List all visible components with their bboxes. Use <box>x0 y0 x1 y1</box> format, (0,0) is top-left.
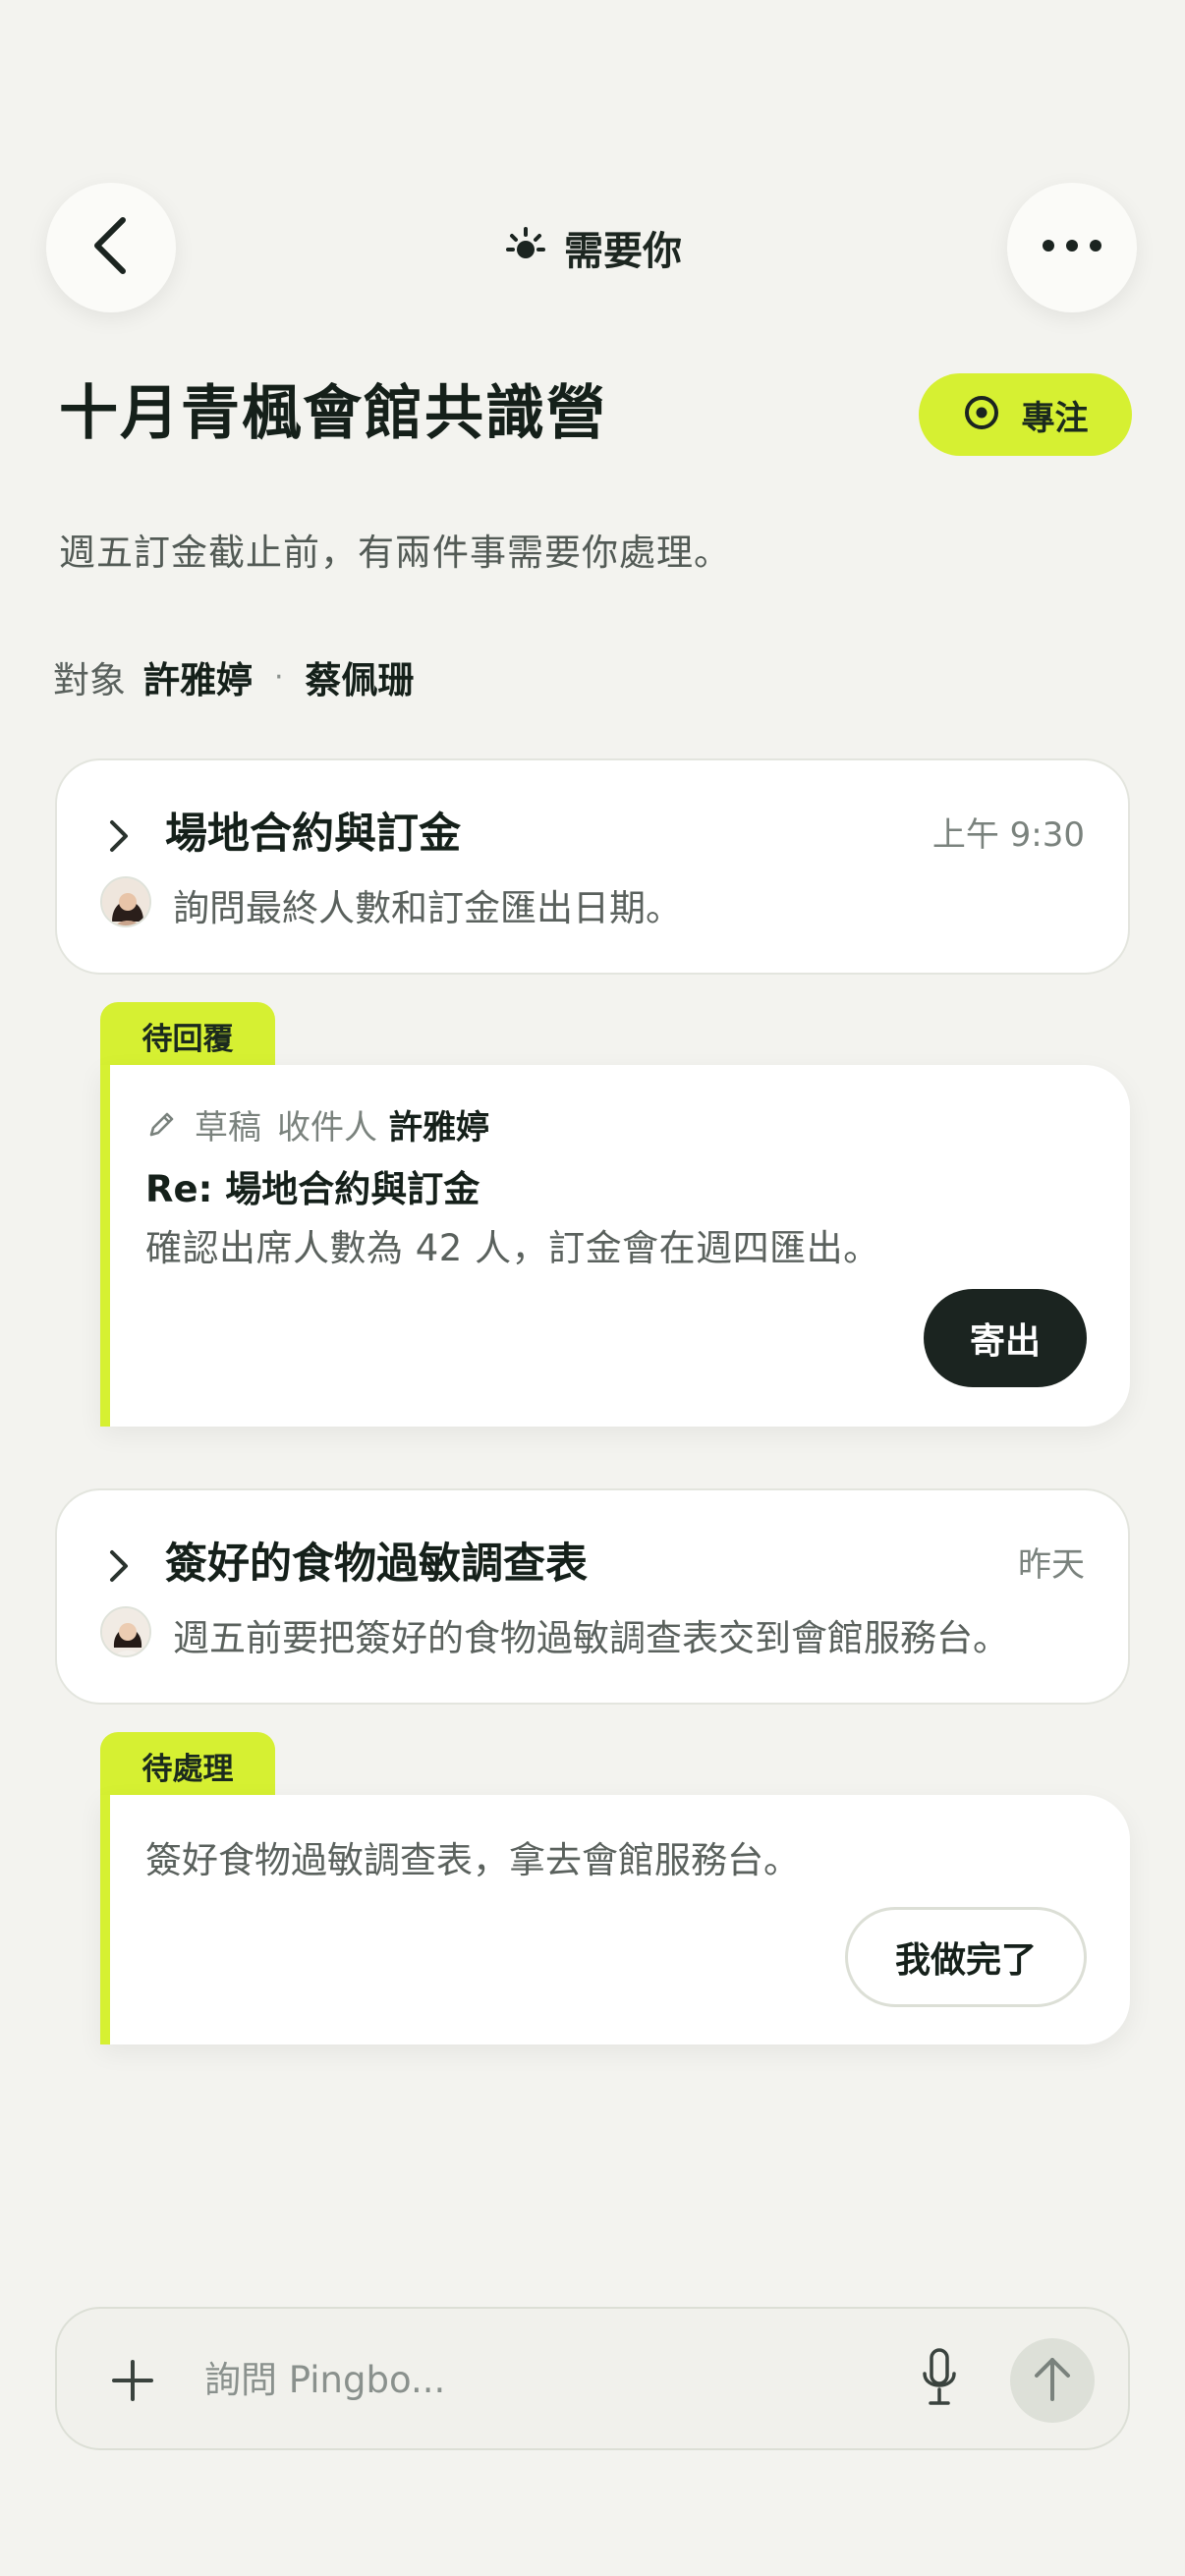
send-message-button[interactable] <box>1010 2338 1095 2423</box>
to-label: 收件人 <box>277 1108 377 1148</box>
header-title: 需要你 <box>564 229 682 274</box>
thread-card[interactable]: 簽好的食物過敏調查表 昨天 週五前要把簽好的食物過敏調查表交到會館服務台。 <box>55 1488 1130 1705</box>
chevron-right-icon <box>108 819 130 857</box>
draft-body[interactable]: 確認出席人數為 42 人，訂金會在週四匯出。 <box>145 1218 880 1271</box>
send-button[interactable]: 寄出 <box>924 1289 1087 1387</box>
task-text: 簽好食物過敏調查表，拿去會館服務台。 <box>145 1839 800 1881</box>
to-name: 許雅婷 <box>389 1108 489 1148</box>
thread-title: 簽好的食物過敏調查表 <box>165 1540 588 1589</box>
plus-icon[interactable] <box>110 2358 155 2407</box>
more-options-button[interactable] <box>1007 183 1137 312</box>
thread-time: 昨天 <box>1018 1545 1085 1585</box>
thread-card[interactable]: 場地合約與訂金 上午 9:30 詢問最終人數和訂金匯出日期。 <box>55 758 1130 975</box>
thread-title: 場地合約與訂金 <box>165 810 461 859</box>
draft-meta: 草稿 收件人 許雅婷 <box>145 1100 489 1148</box>
recipients-row: 對象 許雅婷 · 蔡佩珊 <box>53 650 415 703</box>
sun-icon <box>503 226 548 269</box>
thread-time: 上午 9:30 <box>931 815 1085 855</box>
recipients-label: 對象 <box>53 659 126 701</box>
chevron-right-icon <box>108 1549 130 1587</box>
recipient-name[interactable]: 許雅婷 <box>143 650 253 703</box>
composer <box>55 2307 1130 2450</box>
avatar <box>100 1606 151 1657</box>
status-badge: 待回覆 <box>100 1002 275 1067</box>
recipient-name[interactable]: 蔡佩珊 <box>306 650 415 703</box>
page-subtitle: 週五訂金截止前，有兩件事需要你處理。 <box>59 532 731 574</box>
draft-subject: Re: 場地合約與訂金 <box>145 1168 480 1210</box>
pencil-icon <box>145 1109 177 1141</box>
ask-input[interactable] <box>204 2342 931 2417</box>
focus-button[interactable]: 專注 <box>919 373 1132 456</box>
thread-preview: 詢問最終人數和訂金匯出日期。 <box>173 887 682 929</box>
recipient-separator: · <box>274 659 284 695</box>
task-card: 簽好食物過敏調查表，拿去會館服務台。 我做完了 <box>100 1795 1130 2044</box>
more-horizontal-icon <box>1041 238 1103 257</box>
page-title: 十月青楓會館共識營 <box>59 379 607 448</box>
microphone-icon[interactable] <box>920 2346 959 2413</box>
draft-card: 草稿 收件人 許雅婷 Re: 場地合約與訂金 確認出席人數為 42 人，訂金會在… <box>100 1065 1130 1427</box>
draft-label: 草稿 <box>195 1108 261 1148</box>
avatar <box>100 876 151 927</box>
target-icon <box>963 394 1000 435</box>
done-button[interactable]: 我做完了 <box>845 1907 1087 2007</box>
arrow-up-icon <box>1033 2354 1072 2407</box>
focus-label: 專注 <box>1021 398 1089 438</box>
status-badge: 待處理 <box>100 1732 275 1797</box>
thread-preview: 週五前要把簽好的食物過敏調查表交到會館服務台。 <box>173 1617 1009 1659</box>
